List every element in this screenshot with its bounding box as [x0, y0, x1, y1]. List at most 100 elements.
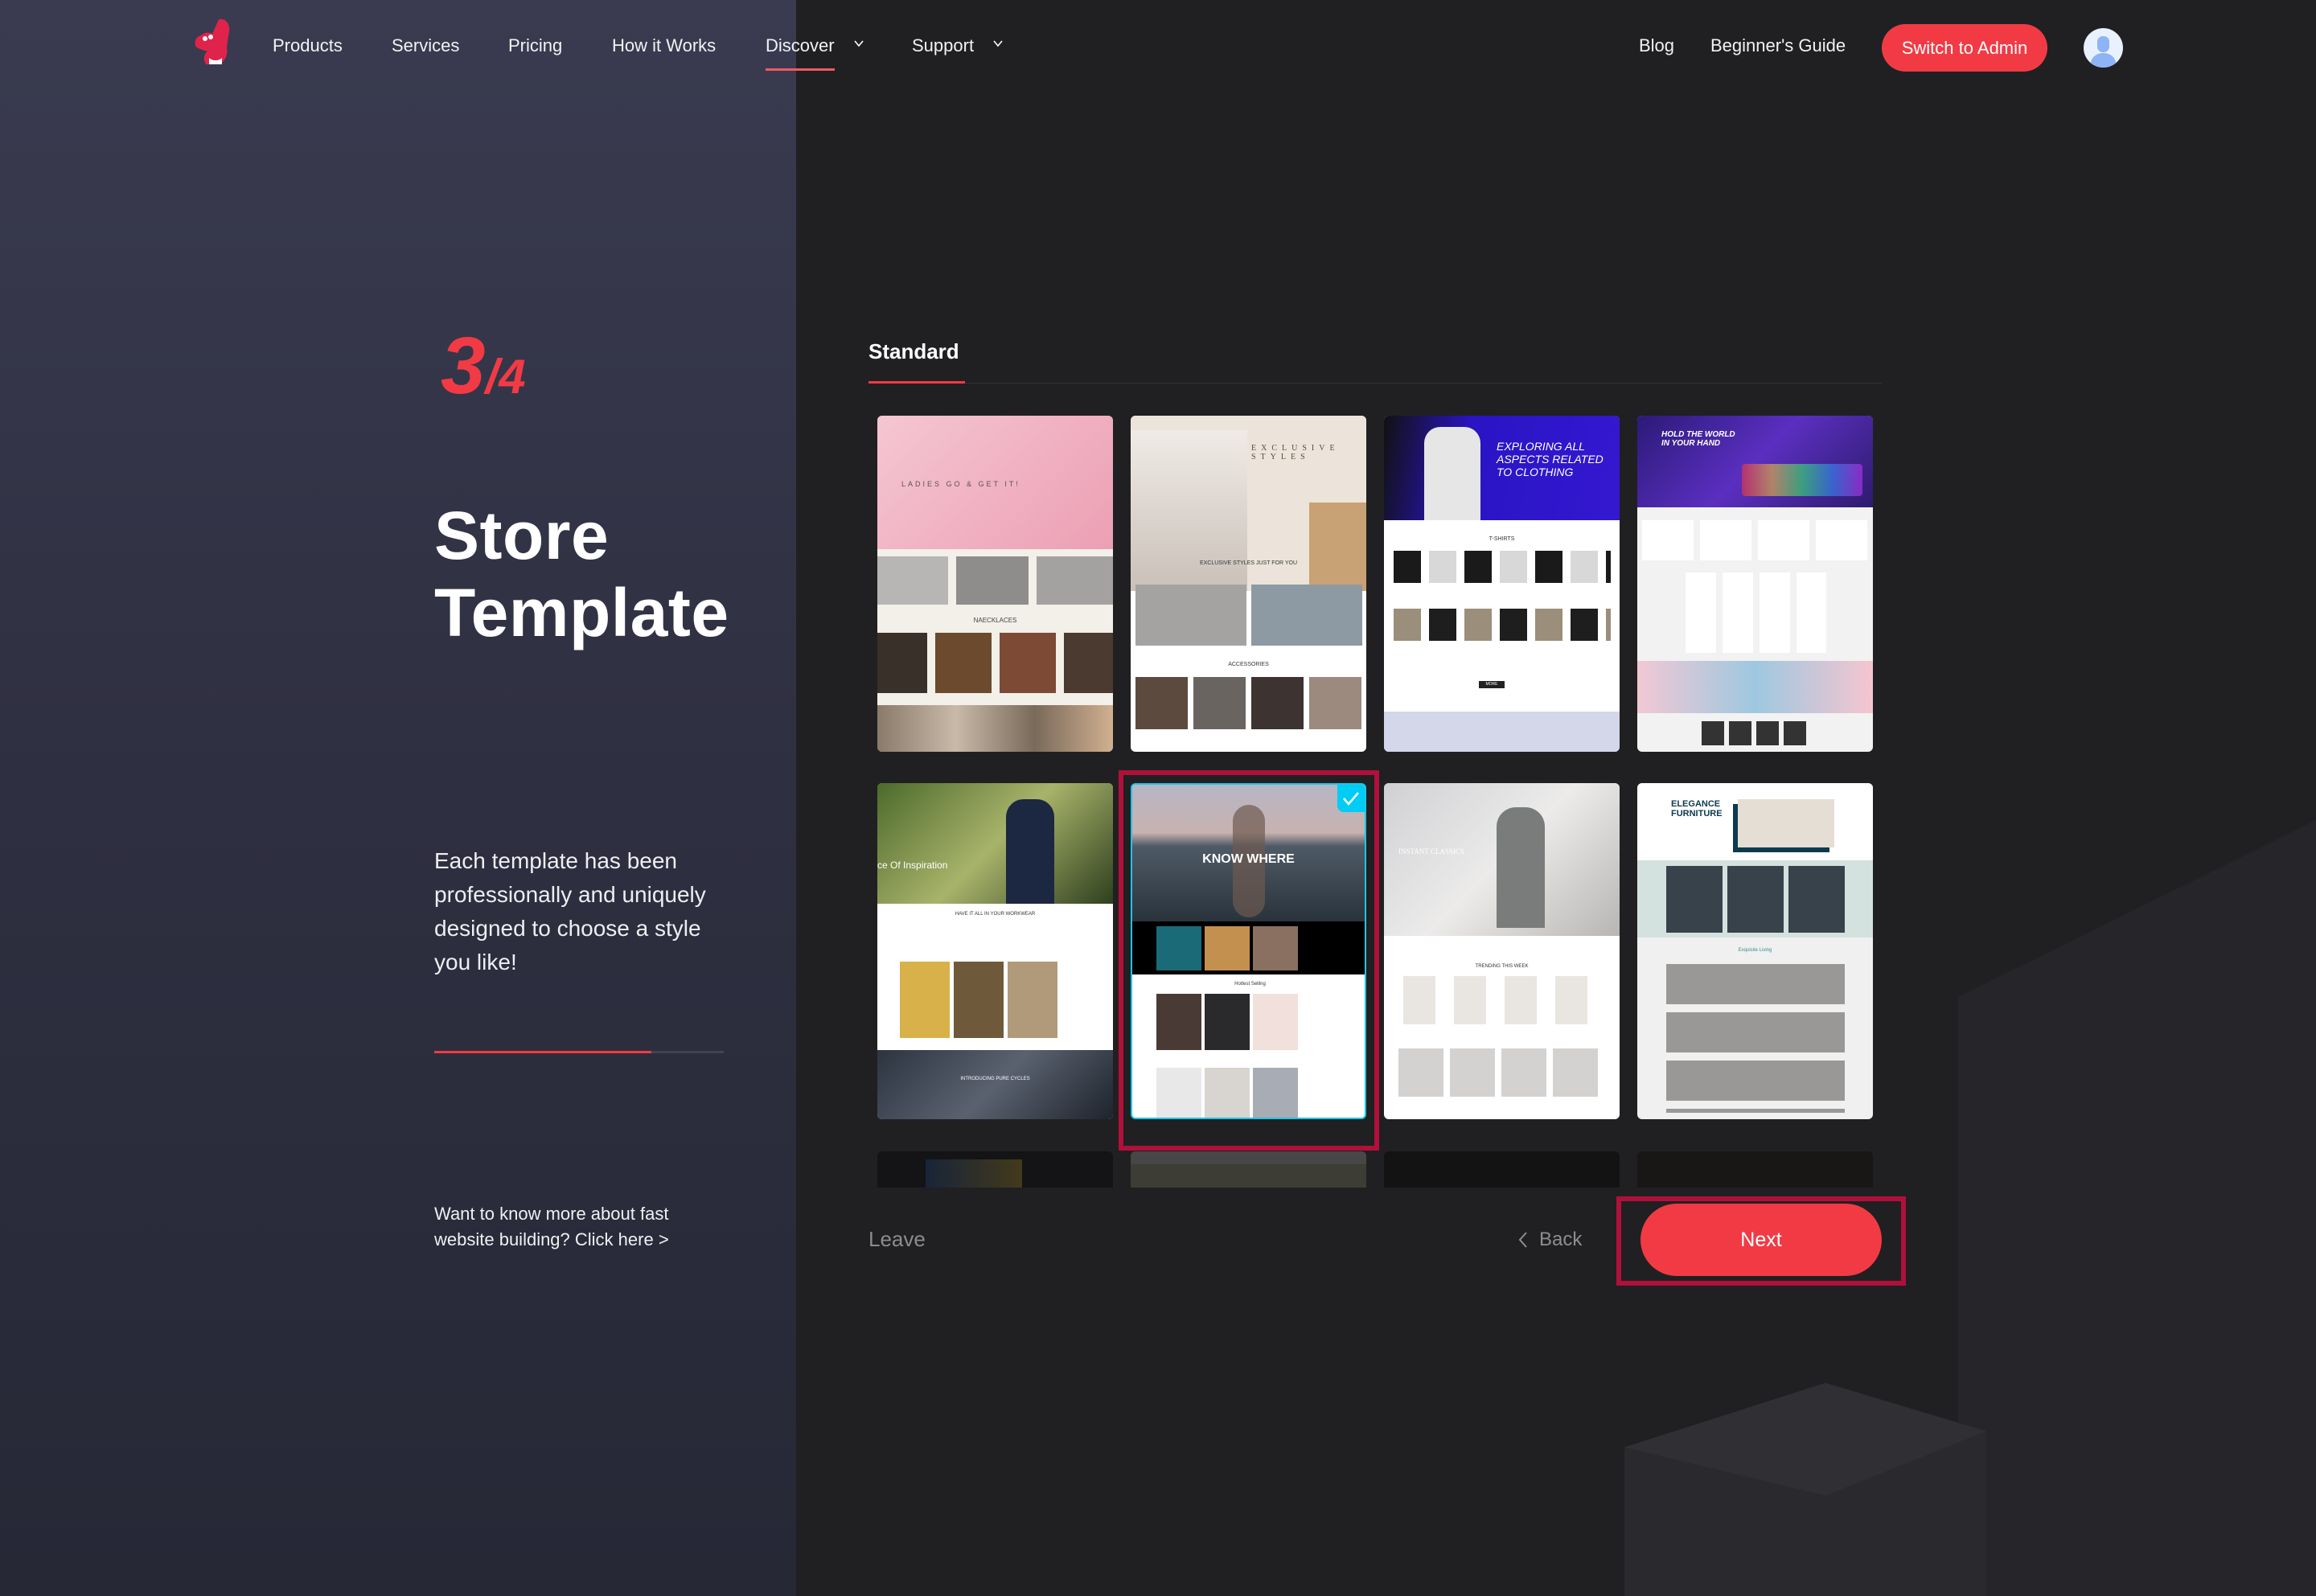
card-hero — [1131, 1151, 1366, 1164]
card-hero-image — [1497, 807, 1545, 928]
card-thumb — [1193, 677, 1246, 729]
nav-beginners-guide[interactable]: Beginner's Guide — [1710, 35, 1846, 56]
card-thumb — [935, 633, 992, 693]
card-thumb — [1403, 976, 1604, 1024]
card-thumb — [1666, 866, 1845, 933]
card-section — [1384, 712, 1620, 752]
card-thumb — [1205, 926, 1250, 970]
progress-bar — [434, 1051, 724, 1053]
template-card[interactable]: HOLD THE WORLD IN YOUR HAND — [1637, 416, 1873, 752]
template-card[interactable] — [1384, 1151, 1620, 1188]
template-card[interactable]: LADIES GO & GET IT! NAECKLACES — [877, 416, 1113, 752]
chevron-down-icon — [854, 40, 864, 47]
card-hero-text: EXCLUSIVE STYLES — [1251, 444, 1340, 462]
card-thumb — [1253, 926, 1298, 970]
learn-more-link[interactable]: Want to know more about fast website bui… — [434, 1201, 708, 1253]
card-thumb — [1686, 572, 1826, 653]
card-section — [956, 556, 1029, 605]
chevron-down-icon — [993, 40, 1003, 47]
title-line-2: Template — [434, 575, 729, 650]
template-card[interactable] — [877, 1151, 1113, 1188]
card-section-title: INTRODUCING PURE CYCLES — [960, 1077, 1030, 1081]
back-button[interactable]: Back — [1518, 1229, 1582, 1251]
template-card[interactable]: INSTANT CLASSICS TRENDING THIS WEEK — [1384, 783, 1620, 1119]
card-thumb — [954, 962, 1004, 1038]
card-thumb — [1253, 994, 1298, 1050]
dinosaur-logo-icon — [195, 18, 230, 64]
card-thumb — [900, 962, 950, 1038]
card-thumb — [1156, 1068, 1201, 1118]
template-card-selected[interactable]: KNOW WHERE Hottest Selling — [1131, 783, 1366, 1119]
user-avatar-icon — [2090, 36, 2117, 68]
step-current: 3 — [441, 321, 486, 411]
card-section-title: ACCESSORIES — [1228, 662, 1269, 667]
nav-how-it-works[interactable]: How it Works — [612, 35, 716, 56]
chevron-left-icon — [1518, 1232, 1527, 1248]
nav-discover[interactable]: Discover — [766, 35, 864, 71]
card-thumb — [1135, 677, 1188, 729]
card-section-title: TRENDING THIS WEEK — [1475, 964, 1529, 969]
nav-products[interactable]: Products — [273, 35, 343, 56]
left-panel — [0, 0, 796, 1596]
card-hero-image — [1006, 799, 1054, 904]
card-button: MORE — [1479, 681, 1505, 688]
card-hero-image — [1424, 427, 1480, 520]
card-thumb — [1156, 926, 1201, 970]
card-section-title: EXCLUSIVE STYLES JUST FOR YOU — [1199, 560, 1298, 566]
card-hero-text: HOLD THE WORLD IN YOUR HAND — [1661, 430, 1735, 448]
template-card[interactable]: ce Of Inspiration HAVE IT ALL IN YOUR WO… — [877, 783, 1113, 1119]
template-grid: LADIES GO & GET IT! NAECKLACES EXCLUSIVE… — [877, 416, 1883, 1188]
card-section-title: Hottest Selling — [1234, 982, 1266, 987]
card-hero-image — [1738, 799, 1834, 847]
template-card[interactable] — [1637, 1151, 1873, 1188]
card-section-title: HAVE IT ALL IN YOUR WORKWEAR — [955, 912, 1036, 917]
card-section — [1637, 661, 1873, 713]
card-thumb — [1394, 609, 1611, 641]
step-indicator: 3/4 — [441, 320, 526, 412]
card-hero-text: KNOW WHERE — [1202, 852, 1295, 866]
card-thumb — [1008, 962, 1057, 1038]
back-label: Back — [1539, 1229, 1583, 1250]
card-thumb — [1064, 633, 1113, 693]
switch-to-admin-button[interactable]: Switch to Admin — [1882, 24, 2047, 72]
leave-button[interactable]: Leave — [868, 1227, 926, 1252]
card-thumb — [1394, 551, 1611, 583]
card-hero-text: INSTANT CLASSICS — [1398, 847, 1464, 855]
card-section-title: Exquisite Living — [1738, 948, 1772, 953]
template-card[interactable]: EXCLUSIVE STYLES EXCLUSIVE STYLES JUST F… — [1131, 416, 1366, 752]
card-section-title: T-SHIRTS — [1489, 536, 1515, 542]
nav-pricing[interactable]: Pricing — [508, 35, 562, 56]
avatar[interactable] — [2084, 28, 2123, 68]
checkmark-icon — [1343, 792, 1359, 806]
card-thumb — [1251, 677, 1304, 729]
title-line-1: Store — [434, 498, 610, 573]
card-thumb — [877, 633, 927, 693]
category-tabs: Standard — [868, 330, 1882, 384]
nav-support-label: Support — [912, 35, 975, 55]
card-thumb — [1253, 1068, 1298, 1118]
nav-support[interactable]: Support — [912, 35, 1003, 56]
tab-standard[interactable]: Standard — [868, 339, 965, 384]
card-thumb — [1156, 994, 1201, 1050]
top-nav: Products Services Pricing How it Works D… — [0, 0, 2316, 96]
next-button[interactable]: Next — [1640, 1204, 1882, 1276]
template-card[interactable]: EXPLORING ALL ASPECTS RELATED TO CLOTHIN… — [1384, 416, 1620, 752]
card-thumb — [1398, 1048, 1604, 1097]
card-hero-text: ELEGANCE FURNITURE — [1671, 799, 1723, 819]
template-card[interactable]: ELEGANCE FURNITURE Exquisite Living — [1637, 783, 1873, 1119]
logo[interactable] — [191, 16, 236, 68]
nav-blog[interactable]: Blog — [1639, 35, 1674, 56]
template-card[interactable] — [1131, 1151, 1366, 1188]
card-thumb — [877, 705, 1113, 752]
card-hero-image — [1309, 503, 1366, 591]
card-section — [1037, 556, 1113, 605]
card-hero — [926, 1159, 1022, 1188]
nav-services[interactable]: Services — [392, 35, 459, 56]
card-hero-text: ce Of Inspiration — [877, 860, 948, 871]
card-section — [877, 1050, 1113, 1119]
card-section-title: NAECKLACES — [973, 617, 1017, 624]
card-thumb — [1000, 633, 1056, 693]
card-hero-text: EXPLORING ALL ASPECTS RELATED TO CLOTHIN… — [1497, 440, 1604, 478]
card-thumb — [1205, 1068, 1250, 1118]
card-hero-text: LADIES GO & GET IT! — [901, 480, 1020, 488]
